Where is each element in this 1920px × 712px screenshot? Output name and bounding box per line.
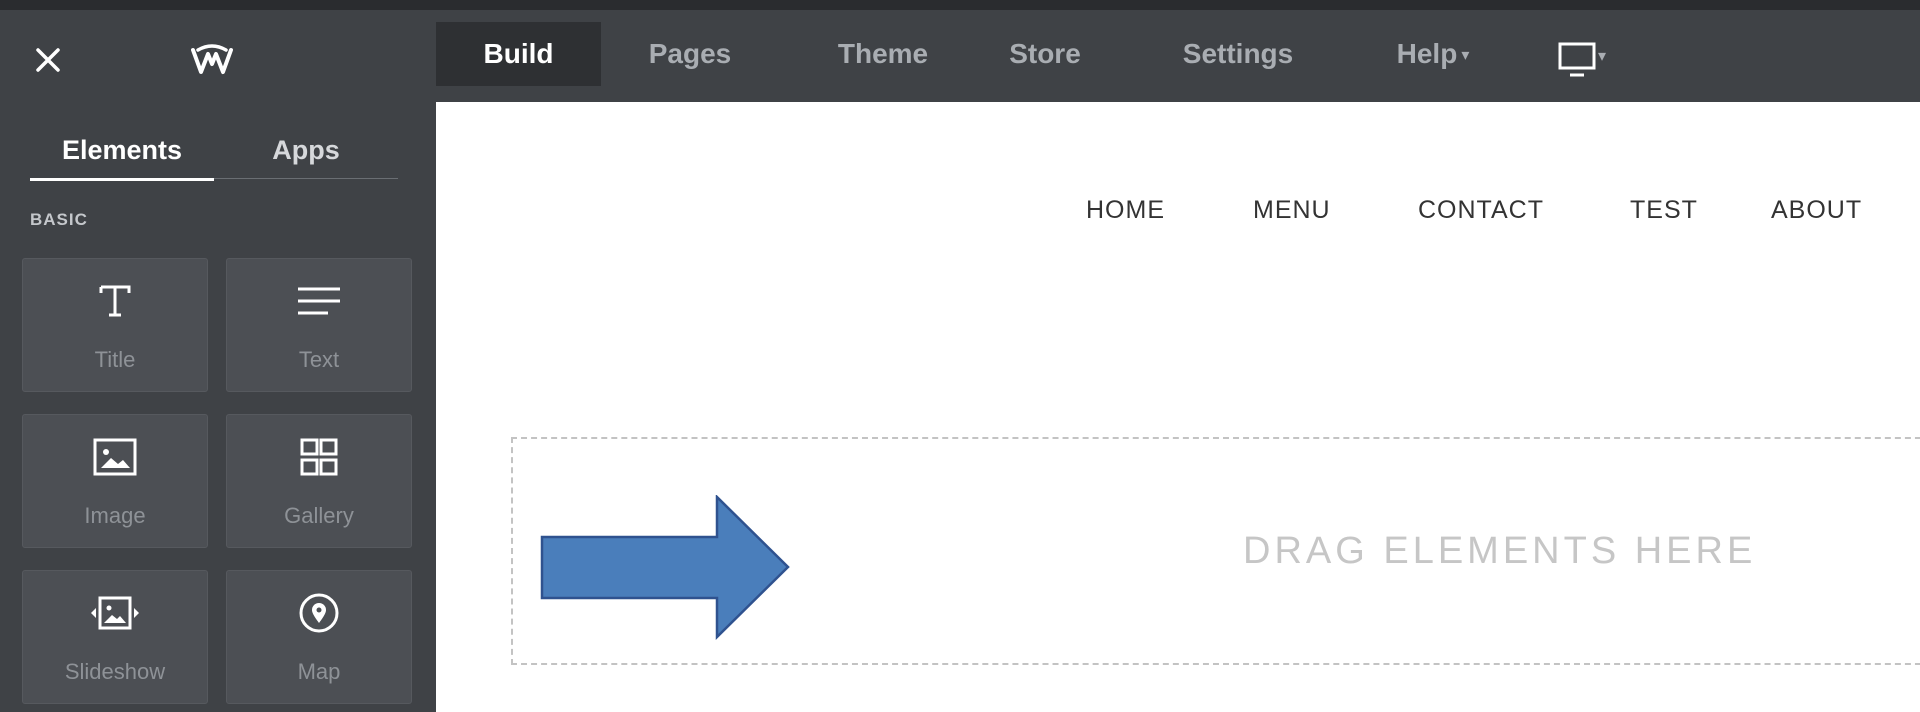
element-image-label: Image xyxy=(84,503,146,528)
element-map-label: Map xyxy=(297,659,341,684)
chevron-down-icon: ▾ xyxy=(1598,48,1607,65)
right-arrow-annotation xyxy=(540,495,790,640)
chevron-down-icon: ▾ xyxy=(1461,46,1470,64)
element-slideshow[interactable]: Slideshow xyxy=(22,570,208,704)
section-label-basic: BASIC xyxy=(30,210,88,229)
drop-zone-text: DRAG ELEMENTS HERE xyxy=(1243,530,1757,572)
weebly-logo-icon xyxy=(191,44,233,74)
element-image[interactable]: Image xyxy=(22,414,208,548)
nav-store[interactable]: Store xyxy=(990,22,1100,86)
close-icon xyxy=(36,48,60,72)
element-map[interactable]: Map xyxy=(226,570,412,704)
nav-settings-label: Settings xyxy=(1182,38,1294,69)
sidebar: Elements Apps BASIC Title Text Image Gal… xyxy=(0,102,436,712)
element-slideshow-label: Slideshow xyxy=(64,659,166,684)
nav-help-label: Help xyxy=(1396,38,1458,69)
weebly-logo[interactable] xyxy=(190,44,234,78)
site-nav-about[interactable]: ABOUT xyxy=(1771,196,1862,225)
nav-build[interactable]: Build xyxy=(436,22,601,86)
element-text[interactable]: Text xyxy=(226,258,412,392)
element-title[interactable]: Title xyxy=(22,258,208,392)
element-gallery-label: Gallery xyxy=(284,503,354,528)
tab-elements[interactable]: Elements xyxy=(30,122,214,181)
tab-apps-label: Apps xyxy=(272,135,340,165)
site-nav-menu[interactable]: MENU xyxy=(1253,196,1331,225)
nav-pages-label: Pages xyxy=(648,38,732,69)
element-gallery[interactable]: Gallery xyxy=(226,414,412,548)
image-icon xyxy=(23,433,207,481)
site-nav-test[interactable]: TEST xyxy=(1630,196,1698,225)
close-button[interactable] xyxy=(34,46,62,74)
device-preview-button[interactable]: ▾ xyxy=(1558,42,1618,78)
nav-settings[interactable]: Settings xyxy=(1168,22,1308,86)
text-icon xyxy=(227,277,411,325)
tab-elements-label: Elements xyxy=(61,135,183,165)
nav-pages[interactable]: Pages xyxy=(620,22,760,86)
desktop-preview-icon xyxy=(1558,42,1596,77)
title-icon xyxy=(23,277,207,325)
nav-store-label: Store xyxy=(1009,38,1081,69)
site-nav-contact[interactable]: CONTACT xyxy=(1418,196,1544,225)
slideshow-icon xyxy=(23,589,207,637)
element-text-label: Text xyxy=(298,347,340,372)
tab-apps[interactable]: Apps xyxy=(214,122,398,179)
nav-help[interactable]: Help ▾ xyxy=(1378,22,1488,86)
site-nav-home[interactable]: HOME xyxy=(1086,196,1165,225)
gallery-icon xyxy=(227,433,411,481)
map-icon xyxy=(227,589,411,637)
nav-build-label: Build xyxy=(483,38,554,69)
nav-theme-label: Theme xyxy=(837,38,929,69)
element-title-label: Title xyxy=(94,347,136,372)
nav-theme[interactable]: Theme xyxy=(808,22,958,86)
top-toolbar: Build Pages Theme Store Settings Help ▾ ▾ xyxy=(0,0,1920,102)
